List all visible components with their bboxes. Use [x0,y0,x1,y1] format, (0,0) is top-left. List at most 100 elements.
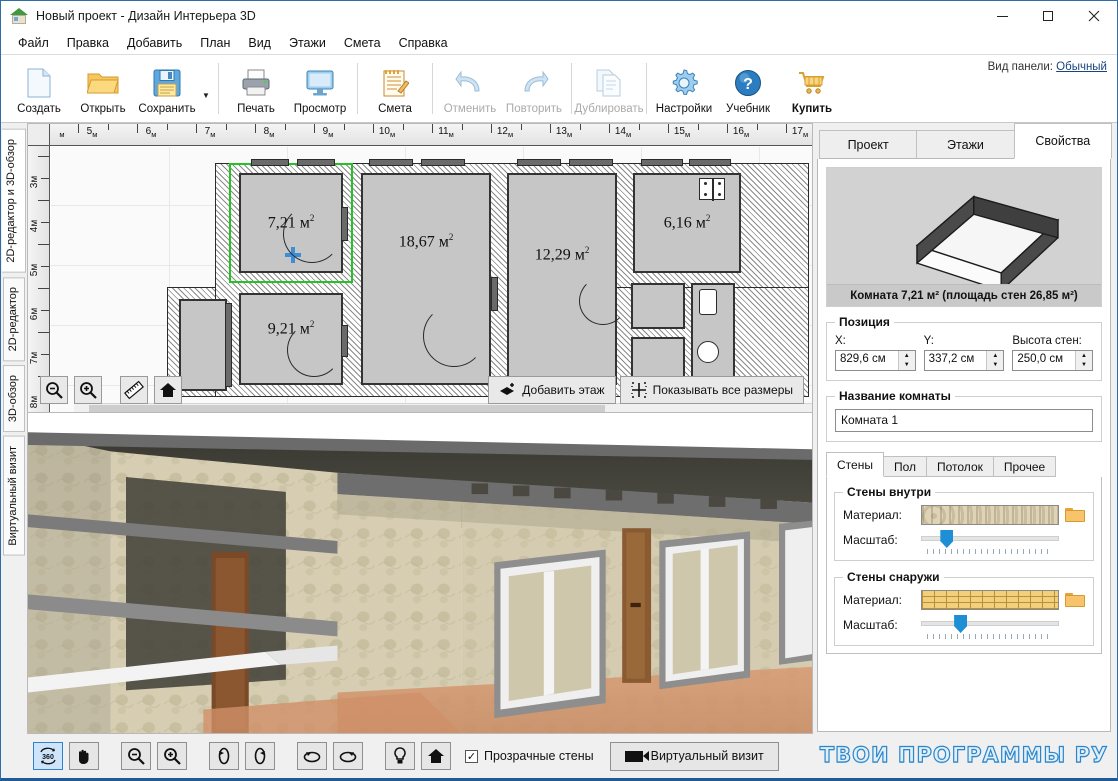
spinner-arrows[interactable]: ▲ ▼ [1075,351,1093,371]
toolbar-settings-button[interactable]: Настройки [652,55,716,122]
toolbar-duplicate-button[interactable]: Дублировать [574,55,644,122]
toolbar-save-button[interactable]: Сохранить [135,55,199,122]
sanitary-fixture-symbol[interactable] [699,289,717,315]
toolbar-preview-button[interactable]: Просмотр [288,55,352,122]
toolbar-redo-button[interactable]: Повторить [502,55,566,122]
toolbar-buy-button[interactable]: Купить [780,55,844,122]
walls-outside-material-swatch[interactable] [921,590,1059,610]
transparent-walls-checkbox[interactable]: ✓ Прозрачные стены [465,749,594,763]
turn-cw-button[interactable] [333,742,363,770]
position-x-spinner[interactable]: 829,6 см ▲ ▼ [835,350,916,371]
toolbar-print-button[interactable]: Печать [224,55,288,122]
menu-item-plan[interactable]: План [191,33,239,53]
plan-home-button[interactable] [154,376,182,404]
maximize-button[interactable] [1025,1,1071,31]
add-floor-button[interactable]: Добавить этаж [488,376,616,404]
toolbar-estimate-button[interactable]: Смета [363,55,427,122]
room-hallway[interactable] [179,299,227,391]
save-dropdown-caret-icon[interactable]: ▼ [199,55,213,122]
position-y-value[interactable]: 337,2 см [925,351,987,370]
window-segment[interactable] [421,159,465,166]
spinner-up-icon[interactable]: ▲ [987,351,1003,361]
spinner-arrows[interactable]: ▲ ▼ [986,351,1004,371]
slider-thumb[interactable] [940,530,954,548]
zoom-in-button[interactable] [157,742,187,770]
door-panel[interactable] [341,325,348,357]
window-segment[interactable] [517,159,561,166]
menu-item-edit[interactable]: Правка [58,33,118,53]
tab-floors[interactable]: Этажи [916,130,1015,159]
window-segment[interactable] [641,159,683,166]
door-panel[interactable] [491,277,498,311]
plan-horizontal-scrollbar[interactable] [74,403,812,412]
show-all-sizes-button[interactable]: Показывать все размеры [619,376,804,404]
toolbar-tutorial-button[interactable]: ? Учебник [716,55,780,122]
rotate-right-button[interactable] [245,742,275,770]
home-button[interactable] [421,742,451,770]
window-segment[interactable] [689,159,731,166]
window-segment[interactable] [251,159,289,166]
menu-item-add[interactable]: Добавить [118,33,191,53]
window-segment[interactable] [569,159,613,166]
spinner-down-icon[interactable]: ▼ [1076,361,1092,371]
window-segment[interactable] [297,159,335,166]
left-tab-3d-overview[interactable]: 3D-обзор [3,365,25,433]
sanitary-fixture-symbol[interactable] [697,341,719,363]
pan-hand-button[interactable] [69,742,99,770]
walls-outside-scale-slider[interactable] [921,614,1059,639]
plan-ruler-button[interactable] [120,376,148,404]
window-segment[interactable] [369,159,413,166]
room-wc-small[interactable] [631,337,685,381]
spinner-down-icon[interactable]: ▼ [899,361,915,371]
floor-plan-2d-editor[interactable]: 4м5м6м7м8м9м10м11м12м13м14м15м16м17м18м1… [27,123,813,413]
position-y-spinner[interactable]: 337,2 см ▲ ▼ [923,350,1005,371]
left-tab-2d-editor[interactable]: 2D-редактор [3,276,25,361]
left-tab-virtual-visit[interactable]: Виртуальный визит [3,436,25,556]
plan-canvas[interactable]: 7,21 м2 18,67 м2 9,21 м2 12,29 м2 6,16 м… [51,147,812,412]
walls-inside-scale-slider[interactable] [921,529,1059,554]
turn-ccw-button[interactable] [297,742,327,770]
folder-open-icon[interactable] [1065,592,1085,608]
walls-inside-material-swatch[interactable] [921,505,1059,525]
left-tab-2d-and-3d[interactable]: 2D-редактор и 3D-обзор [2,129,26,273]
spinner-arrows[interactable]: ▲ ▼ [897,351,915,371]
menu-item-file[interactable]: Файл [9,33,58,53]
spinner-up-icon[interactable]: ▲ [899,351,915,361]
subtab-other[interactable]: Прочее [992,456,1057,477]
tab-project[interactable]: Проект [819,130,918,159]
folder-open-icon[interactable] [1065,507,1085,523]
menu-item-estimate[interactable]: Смета [335,33,390,53]
virtual-visit-button[interactable]: Виртуальный визит [609,741,779,771]
tab-properties[interactable]: Свойства [1013,123,1112,159]
menu-item-help[interactable]: Справка [390,33,457,53]
room-bathroom-small[interactable] [631,283,685,329]
subtab-ceiling[interactable]: Потолок [926,456,994,477]
light-bulb-button[interactable] [385,742,415,770]
toolbar-new-button[interactable]: Создать [7,55,71,122]
viewport-3d[interactable] [27,413,813,734]
close-button[interactable] [1071,1,1117,31]
minimize-button[interactable] [979,1,1025,31]
door-panel[interactable] [341,207,348,241]
subtab-walls[interactable]: Стены [826,452,884,477]
plan-zoom-out-button[interactable] [40,376,68,404]
toolbar-undo-button[interactable]: Отменить [438,55,502,122]
electrical-outlet-symbol[interactable] [699,178,725,201]
subtab-floor[interactable]: Пол [882,456,927,477]
spinner-down-icon[interactable]: ▼ [987,361,1003,371]
orbit-360-button[interactable]: 360 [33,742,63,770]
wall-height-spinner[interactable]: 250,0 см ▲ ▼ [1012,350,1094,371]
rotate-left-button[interactable] [209,742,239,770]
wall-height-value[interactable]: 250,0 см [1013,351,1075,370]
position-x-value[interactable]: 829,6 см [836,351,898,370]
zoom-out-button[interactable] [121,742,151,770]
room-name-input[interactable]: Комната 1 [835,409,1093,432]
menu-item-floors[interactable]: Этажи [280,33,335,53]
toolbar-open-button[interactable]: Открыть [71,55,135,122]
spinner-up-icon[interactable]: ▲ [1076,351,1092,361]
panel-view-value-link[interactable]: Обычный [1056,61,1107,73]
door-panel[interactable] [225,303,232,387]
render-3d-scene[interactable] [28,413,812,733]
menu-item-view[interactable]: Вид [239,33,280,53]
slider-thumb[interactable] [954,615,968,633]
